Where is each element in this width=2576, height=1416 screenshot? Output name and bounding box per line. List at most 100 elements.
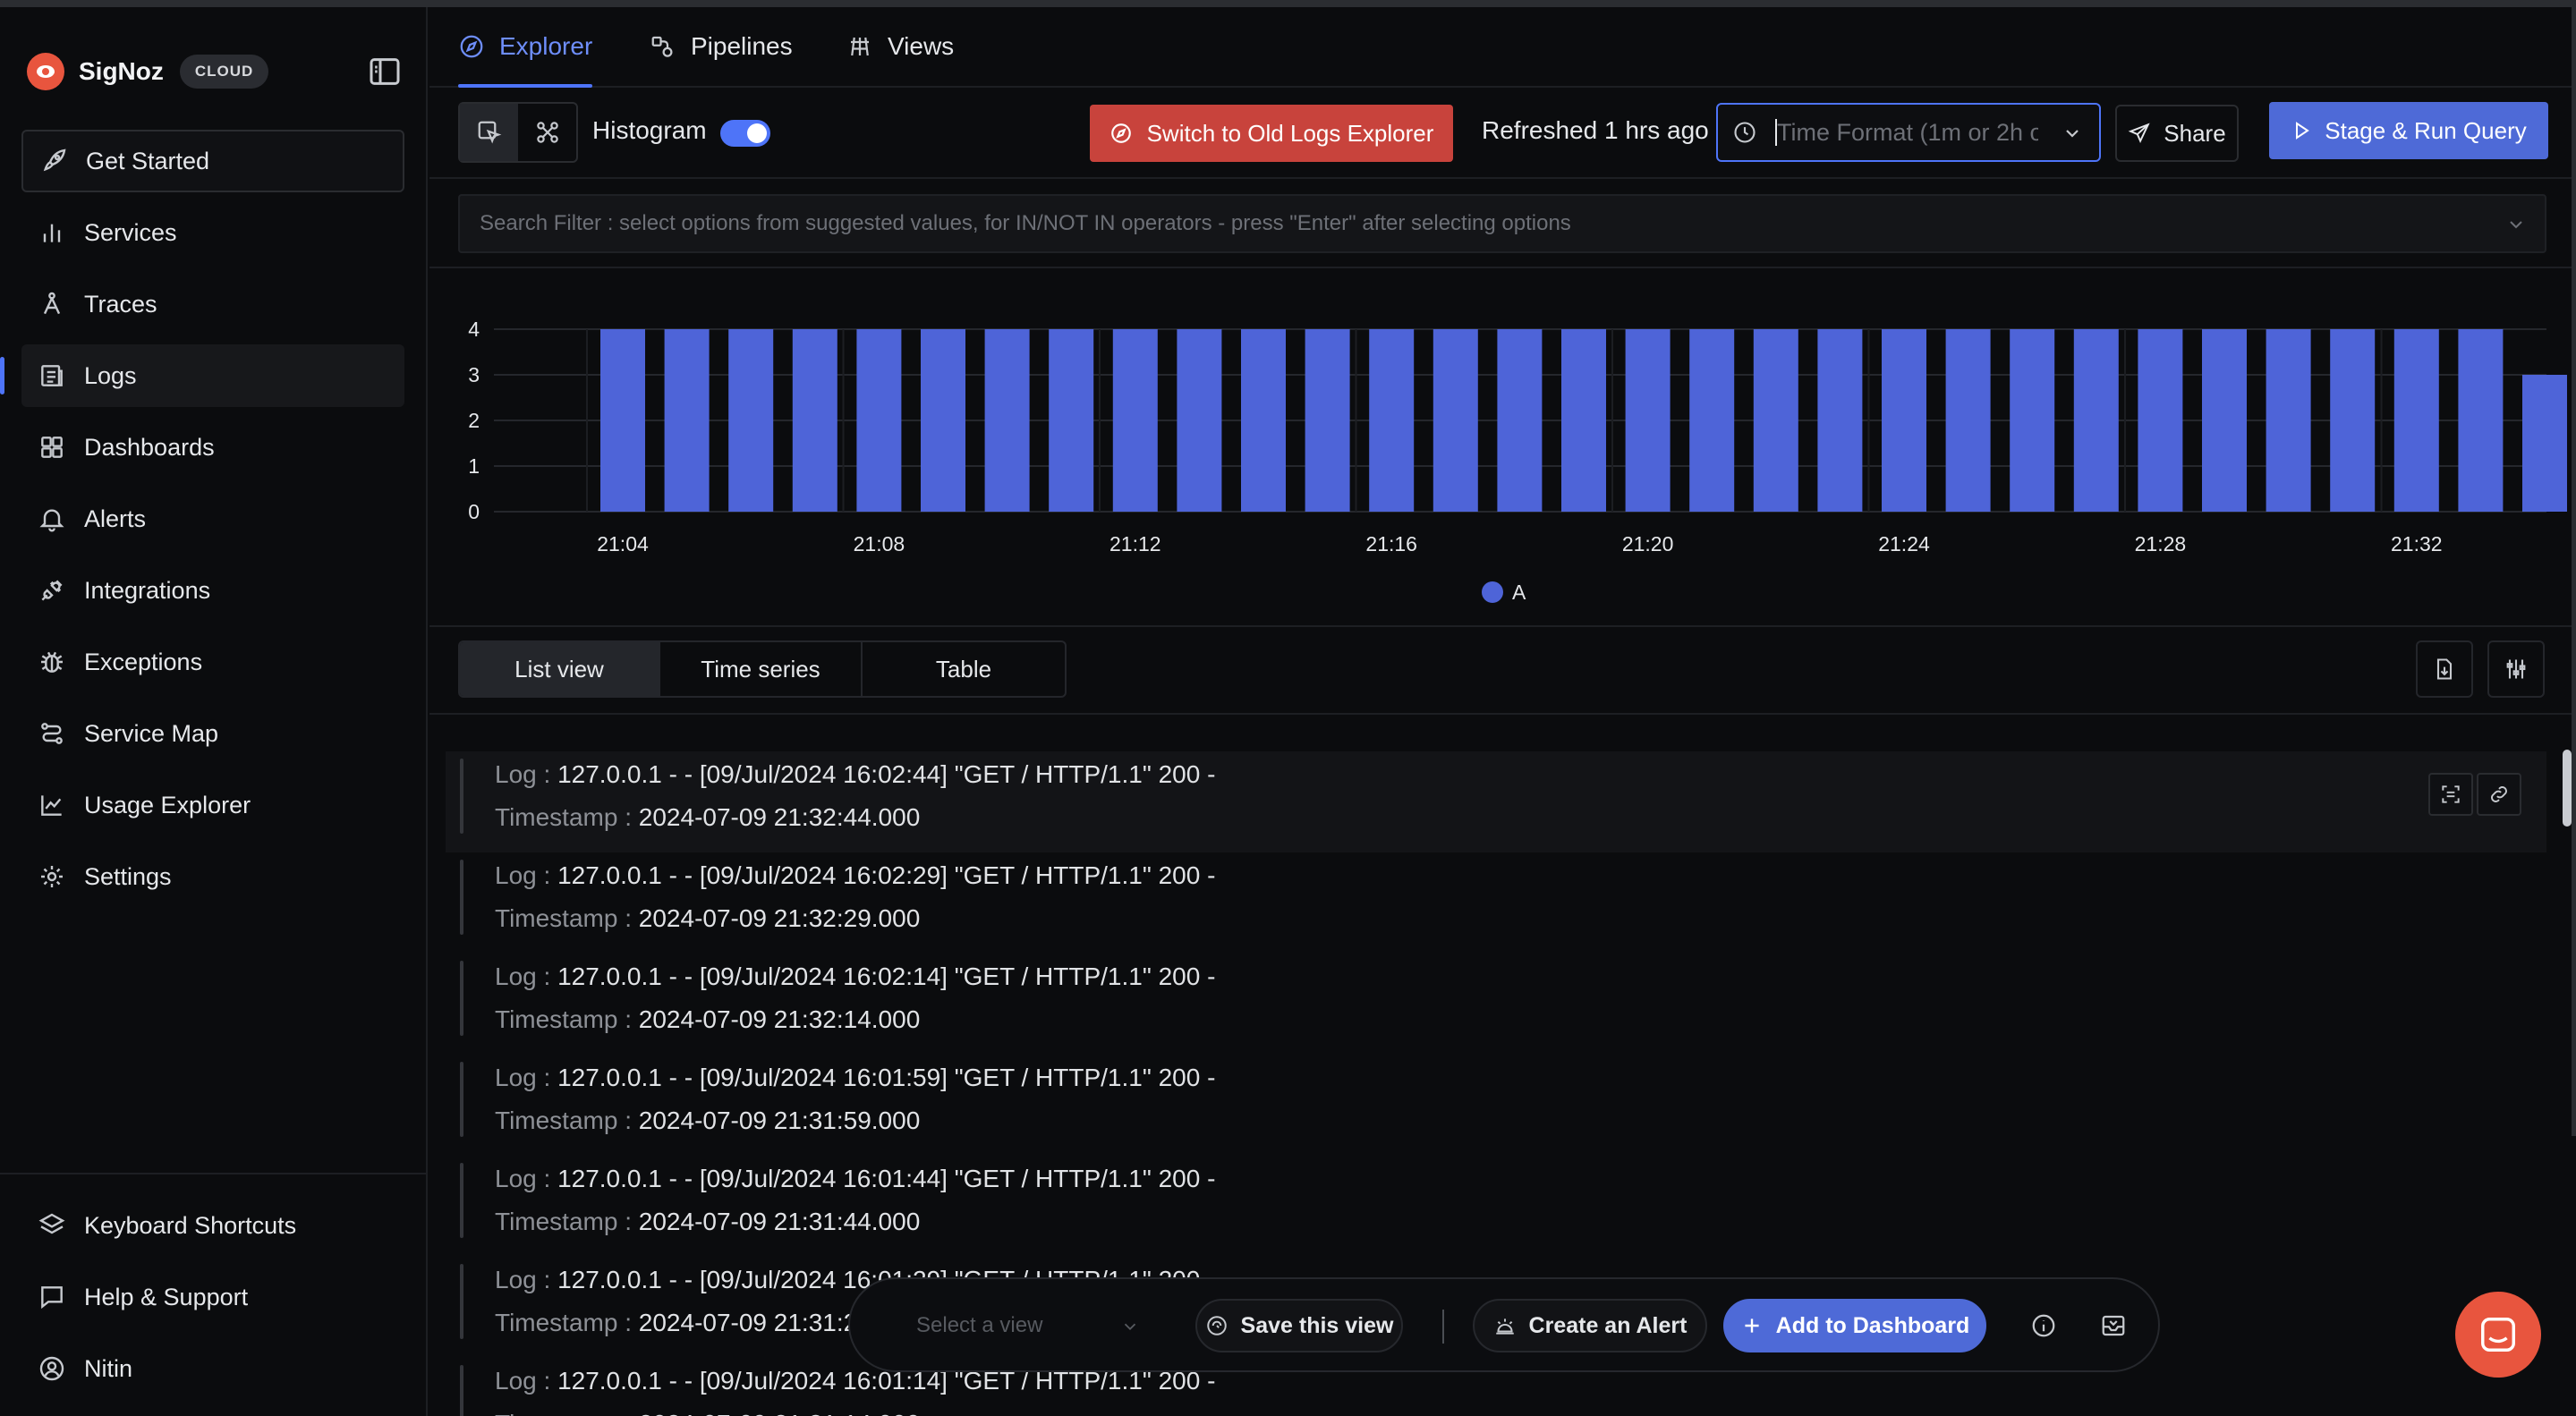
log-row[interactable]: Log : 127.0.0.1 - - [09/Jul/2024 16:02:1… xyxy=(446,954,2546,1055)
log-body-line: Log : 127.0.0.1 - - [09/Jul/2024 16:01:4… xyxy=(495,1165,1215,1193)
histogram-svg: 0 1 2 3 4 21:04 21:08 21:12 21:16 21:20 21:24 21:28… xyxy=(468,318,2567,604)
sidebar-item-exceptions[interactable]: Exceptions xyxy=(21,631,404,693)
sidebar-item-services[interactable]: Services xyxy=(21,201,404,264)
stage-run-query-button[interactable]: Stage & Run Query xyxy=(2269,102,2548,159)
sidebar-item-user[interactable]: Nitin xyxy=(21,1337,404,1400)
log-key: Log : xyxy=(495,1367,551,1395)
histogram-bar xyxy=(856,329,902,512)
log-key: Log : xyxy=(495,1165,551,1192)
sidebar-item-alerts[interactable]: Alerts xyxy=(21,488,404,550)
download-file-icon xyxy=(2436,658,2453,680)
histogram-bar xyxy=(1112,329,1158,512)
log-timestamp-line: Timestamp : 2024-07-09 21:31:59.000 xyxy=(495,1107,920,1135)
tab-explorer[interactable]: Explorer xyxy=(458,7,593,88)
plug-icon xyxy=(38,576,66,605)
log-row[interactable]: Log : 127.0.0.1 - - [09/Jul/2024 16:02:2… xyxy=(446,852,2546,954)
compass-icon xyxy=(1109,122,1133,145)
sidebar-item-dashboards[interactable]: Dashboards xyxy=(21,416,404,479)
histogram-bar xyxy=(2073,329,2119,512)
log-row[interactable]: Log : 127.0.0.1 - - [09/Jul/2024 16:01:4… xyxy=(446,1156,2546,1257)
histogram-bar xyxy=(1882,329,1926,512)
y-tick-label: 3 xyxy=(468,363,480,386)
sidebar-item-label: Logs xyxy=(84,361,137,389)
tab-table[interactable]: Table xyxy=(863,642,1065,696)
sidebar-collapse-icon[interactable] xyxy=(367,54,403,89)
timestamp-key: Timestamp : xyxy=(495,904,632,932)
tab-pipelines[interactable]: Pipelines xyxy=(650,7,793,86)
sidebar-item-integrations[interactable]: Integrations xyxy=(21,559,404,622)
bell-icon xyxy=(38,505,66,533)
timestamp-key: Timestamp : xyxy=(495,1208,632,1235)
sidebar-item-traces[interactable]: Traces xyxy=(21,273,404,335)
query-builder-mode-button[interactable] xyxy=(460,104,518,161)
logs-icon xyxy=(38,361,66,390)
sidebar-item-label: Get Started xyxy=(86,147,210,174)
sidebar-item-label: Usage Explorer xyxy=(84,791,251,818)
sidebar-item-label: Traces xyxy=(84,290,157,318)
download-button[interactable] xyxy=(2416,640,2473,698)
sidebar-item-logs[interactable]: Logs xyxy=(0,344,404,407)
sidebar-item-label: Services xyxy=(84,218,177,246)
log-timestamp: 2024-07-09 21:31:14.000 xyxy=(639,1410,921,1416)
query-mode-toggle xyxy=(458,102,578,163)
histogram-bar xyxy=(1305,329,1350,512)
format-options-button[interactable] xyxy=(2487,640,2545,698)
dashboard-icon xyxy=(38,433,66,462)
histogram-bar xyxy=(1369,329,1415,512)
sidebar-item-label: Service Map xyxy=(84,719,219,747)
divider xyxy=(429,267,2576,268)
alarm-icon xyxy=(1493,1314,1517,1337)
log-key: Log : xyxy=(495,1266,551,1293)
sidebar-item-label: Integrations xyxy=(84,576,211,604)
support-chat-button[interactable] xyxy=(2455,1292,2541,1378)
timestamp-key: Timestamp : xyxy=(495,1309,632,1336)
sidebar-item-help-support[interactable]: Help & Support xyxy=(21,1266,404,1328)
histogram-bar xyxy=(1049,329,1094,512)
save-view-button[interactable]: Save this view xyxy=(1195,1299,1403,1352)
bar-chart-icon xyxy=(38,218,66,247)
log-row[interactable]: Log : 127.0.0.1 - - [09/Jul/2024 16:01:5… xyxy=(446,1055,2546,1156)
sidebar-item-label: Dashboards xyxy=(84,433,215,461)
chevron-down-icon[interactable] xyxy=(2505,214,2527,235)
time-range-input[interactable]: Time Format (1m or 2h or xyxy=(1716,103,2101,162)
histogram-chart: 0 1 2 3 4 21:04 21:08 21:12 21:16 21:20 21:24 21:28… xyxy=(429,304,2576,626)
tab-views[interactable]: Views xyxy=(846,7,954,86)
copy-link-button[interactable] xyxy=(2477,773,2521,816)
add-to-dashboard-label: Add to Dashboard xyxy=(1775,1312,1970,1338)
inbox-icon[interactable] xyxy=(2094,1306,2133,1345)
clock-icon xyxy=(1732,120,1757,145)
user-icon xyxy=(38,1354,66,1383)
scrollbar-thumb[interactable] xyxy=(2563,750,2572,827)
context-view-button[interactable] xyxy=(2428,773,2473,816)
histogram-toggle[interactable] xyxy=(720,120,770,147)
tab-time-series[interactable]: Time series xyxy=(660,642,863,696)
histogram-bar xyxy=(664,329,710,512)
create-alert-button[interactable]: Create an Alert xyxy=(1473,1299,1707,1352)
switch-old-explorer-button[interactable]: Switch to Old Logs Explorer xyxy=(1090,105,1453,162)
sidebar-item-get-started[interactable]: Get Started xyxy=(21,130,404,192)
sidebar-item-keyboard-shortcuts[interactable]: Keyboard Shortcuts xyxy=(21,1194,404,1257)
sidebar-item-service-map[interactable]: Service Map xyxy=(21,702,404,765)
sidebar-item-label: Help & Support xyxy=(84,1283,249,1310)
brand[interactable]: SigNoz CLOUD xyxy=(27,45,269,98)
sliders-icon xyxy=(2506,659,2526,679)
select-view-dropdown[interactable]: Select a view xyxy=(889,1301,1149,1351)
compass-icon xyxy=(458,33,485,60)
sidebar-item-settings[interactable]: Settings xyxy=(21,845,404,908)
log-timestamp: 2024-07-09 21:31:59.000 xyxy=(638,1107,921,1134)
add-to-dashboard-button[interactable]: Add to Dashboard xyxy=(1723,1299,1986,1352)
log-row[interactable]: Log : 127.0.0.1 - - [09/Jul/2024 16:02:4… xyxy=(446,751,2546,852)
share-button[interactable]: Share xyxy=(2115,105,2239,162)
log-timestamp: 2024-07-09 21:32:14.000 xyxy=(638,1005,921,1033)
network-icon xyxy=(536,122,558,143)
log-body-line: Log : 127.0.0.1 - - [09/Jul/2024 16:02:2… xyxy=(495,861,1215,890)
timestamp-key: Timestamp : xyxy=(495,1107,632,1134)
code-mode-button[interactable] xyxy=(518,104,576,161)
histogram-bar xyxy=(2458,329,2504,512)
views-icon xyxy=(846,33,873,60)
info-icon[interactable] xyxy=(2024,1306,2063,1345)
search-filter-input[interactable]: Search Filter : select options from sugg… xyxy=(458,194,2546,253)
tab-list-view[interactable]: List view xyxy=(460,642,660,696)
sidebar-item-usage-explorer[interactable]: Usage Explorer xyxy=(21,774,404,836)
chevron-down-icon[interactable] xyxy=(2062,123,2083,144)
